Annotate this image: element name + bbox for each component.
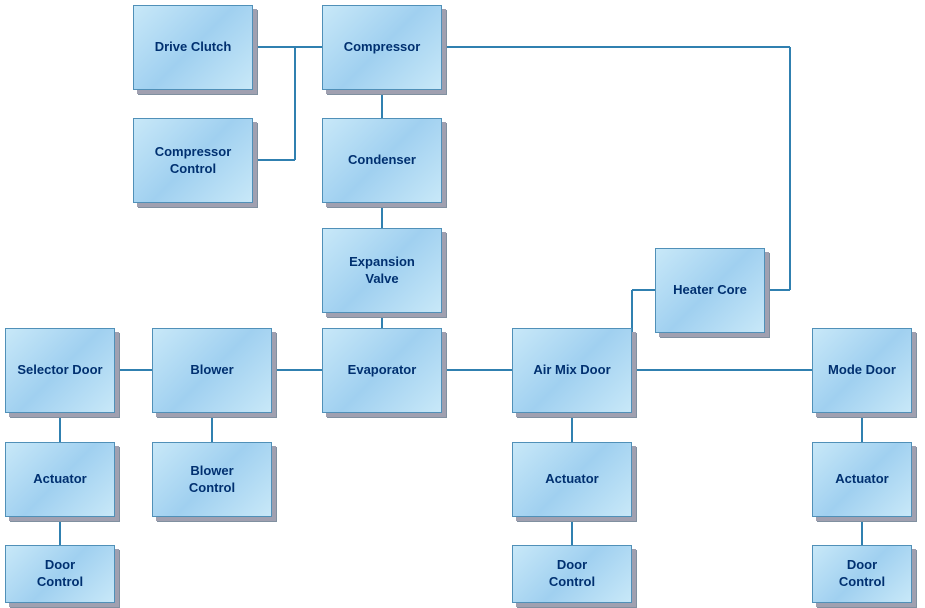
- expansion-valve: Expansion Valve: [322, 228, 442, 313]
- actuator-2: Actuator: [512, 442, 632, 517]
- drive-clutch: Drive Clutch: [133, 5, 253, 90]
- compressor: Compressor: [322, 5, 442, 90]
- evaporator: Evaporator: [322, 328, 442, 413]
- mode-door: Mode Door: [812, 328, 912, 413]
- diagram-container: Drive Clutch Compressor Control Compressor…: [0, 0, 925, 608]
- connections-svg: [0, 0, 925, 608]
- blower-control: Blower Control: [152, 442, 272, 517]
- actuator-3: Actuator: [812, 442, 912, 517]
- heater-core: Heater Core: [655, 248, 765, 333]
- door-control-1: Door Control: [5, 545, 115, 603]
- condenser: Condenser: [322, 118, 442, 203]
- selector-door: Selector Door: [5, 328, 115, 413]
- blower: Blower: [152, 328, 272, 413]
- compressor-control: Compressor Control: [133, 118, 253, 203]
- door-control-3: Door Control: [812, 545, 912, 603]
- actuator-1: Actuator: [5, 442, 115, 517]
- air-mix-door: Air Mix Door: [512, 328, 632, 413]
- door-control-2: Door Control: [512, 545, 632, 603]
